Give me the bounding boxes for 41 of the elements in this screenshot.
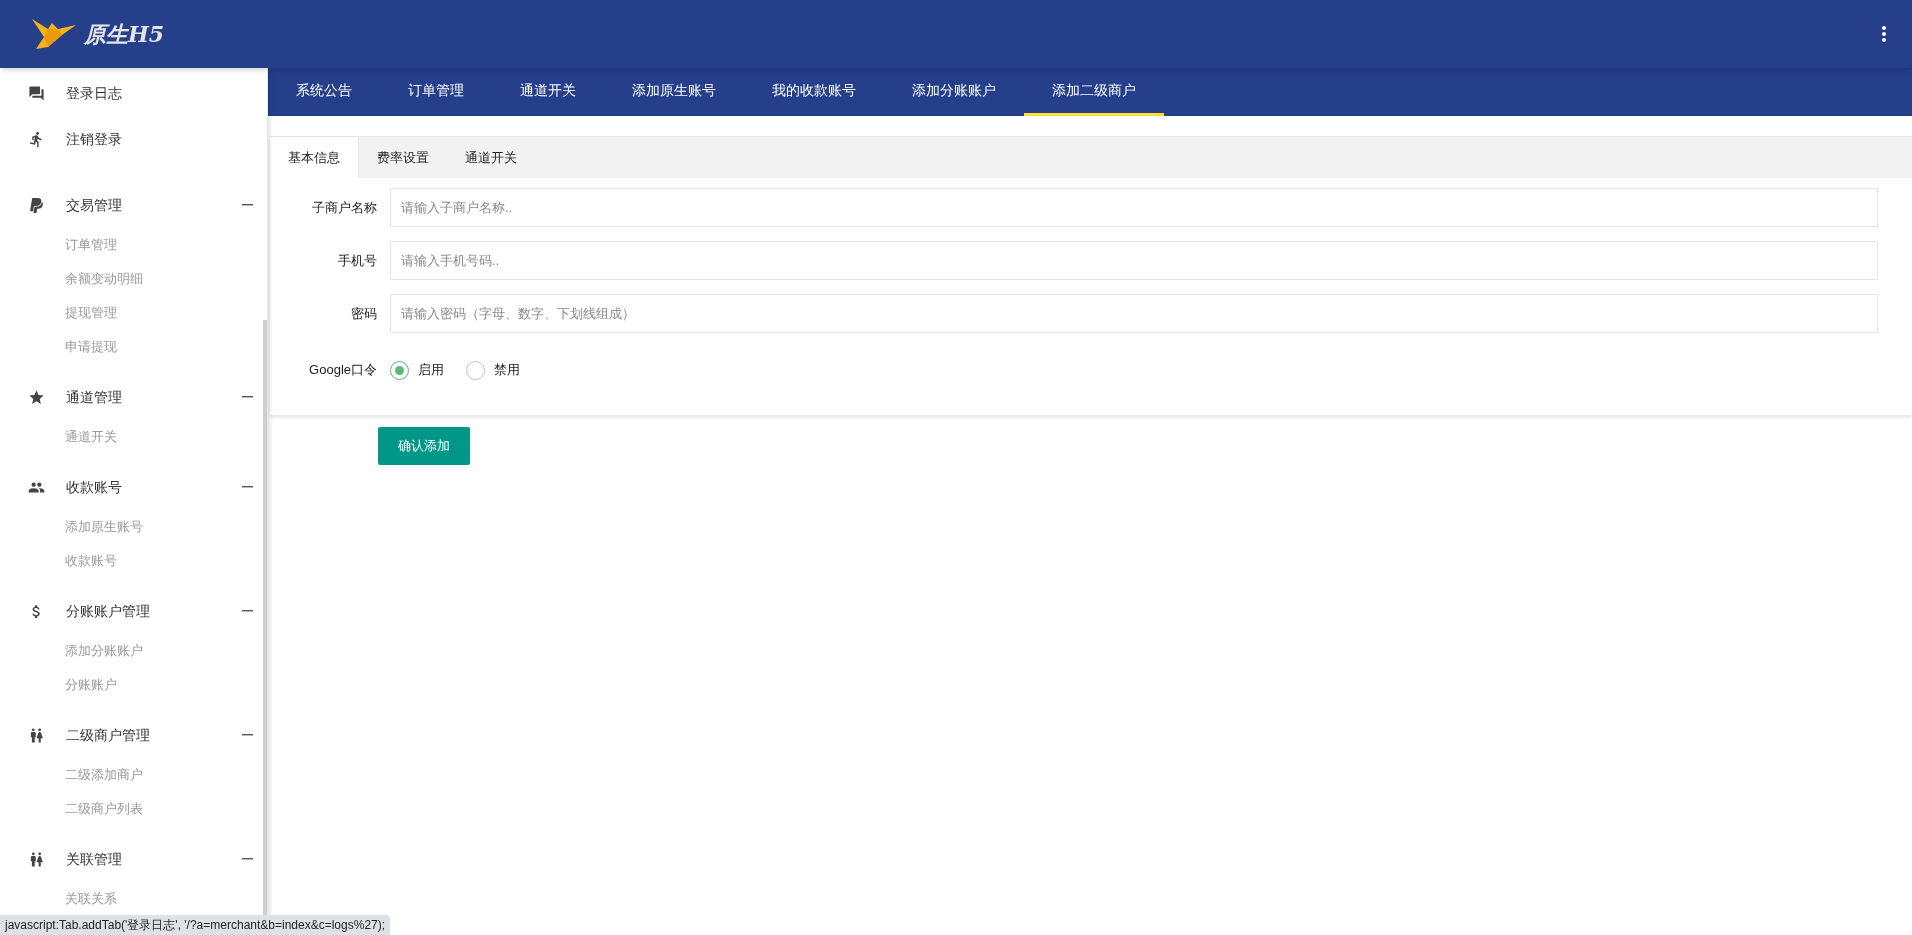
- field-label: 子商户名称: [311, 198, 377, 217]
- input-field[interactable]: 请输入子商户名称..: [390, 188, 1878, 227]
- restroom-icon: [28, 850, 45, 868]
- field-label: 手机号: [337, 251, 377, 270]
- form-tab[interactable]: 费率设置: [359, 137, 447, 178]
- minus-icon: [242, 486, 253, 488]
- top-tab[interactable]: 添加原生账号: [604, 68, 744, 116]
- minus-icon: [242, 734, 253, 736]
- sidebar-item[interactable]: 交易管理: [0, 182, 267, 228]
- top-tab[interactable]: 订单管理: [380, 68, 492, 116]
- sidebar-item[interactable]: 通道管理: [0, 374, 267, 420]
- top-tab[interactable]: 添加二级商户: [1024, 68, 1164, 116]
- sidebar-item[interactable]: 注销登录: [0, 116, 267, 162]
- input-field[interactable]: 请输入密码（字母、数字、下划线组成）: [390, 294, 1878, 333]
- logo-text: 原生H5: [84, 19, 165, 49]
- sidebar-item[interactable]: 收款账号: [0, 464, 267, 510]
- sidebar-item[interactable]: 关联管理: [0, 836, 267, 882]
- top-tab[interactable]: 通道开关: [492, 68, 604, 116]
- top-tab[interactable]: 添加分账账户: [884, 68, 1024, 116]
- radio-option[interactable]: 启用: [390, 360, 444, 380]
- field-label: Google口令: [308, 361, 377, 380]
- input-field[interactable]: 请输入手机号码..: [390, 241, 1878, 280]
- form-tab[interactable]: 基本信息: [270, 137, 359, 178]
- radio-option[interactable]: 禁用: [466, 360, 520, 380]
- field-label: 密码: [350, 304, 377, 323]
- minus-icon: [242, 204, 253, 206]
- paypal-icon: [28, 196, 45, 214]
- star-icon: [28, 388, 45, 406]
- sidebar-item[interactable]: 分账账户管理: [0, 588, 267, 634]
- top-tab[interactable]: 系统公告: [268, 68, 380, 116]
- status-bar: javascript:Tab.addTab('登录日志', '/?a=merchant&b=index&c=logs%27);: [0, 915, 391, 935]
- minus-icon: [242, 396, 253, 398]
- sidebar-item[interactable]: 二级商户管理: [0, 712, 267, 758]
- top-tab[interactable]: 我的收款账号: [744, 68, 884, 116]
- confirm-add-button[interactable]: 确认添加: [378, 427, 470, 465]
- minus-icon: [242, 610, 253, 612]
- minus-icon: [242, 858, 253, 860]
- form-tab[interactable]: 通道开关: [447, 137, 535, 178]
- restroom-icon: [28, 726, 45, 744]
- chat-icon: [28, 84, 45, 102]
- sidebar-item[interactable]: 登录日志: [0, 70, 267, 116]
